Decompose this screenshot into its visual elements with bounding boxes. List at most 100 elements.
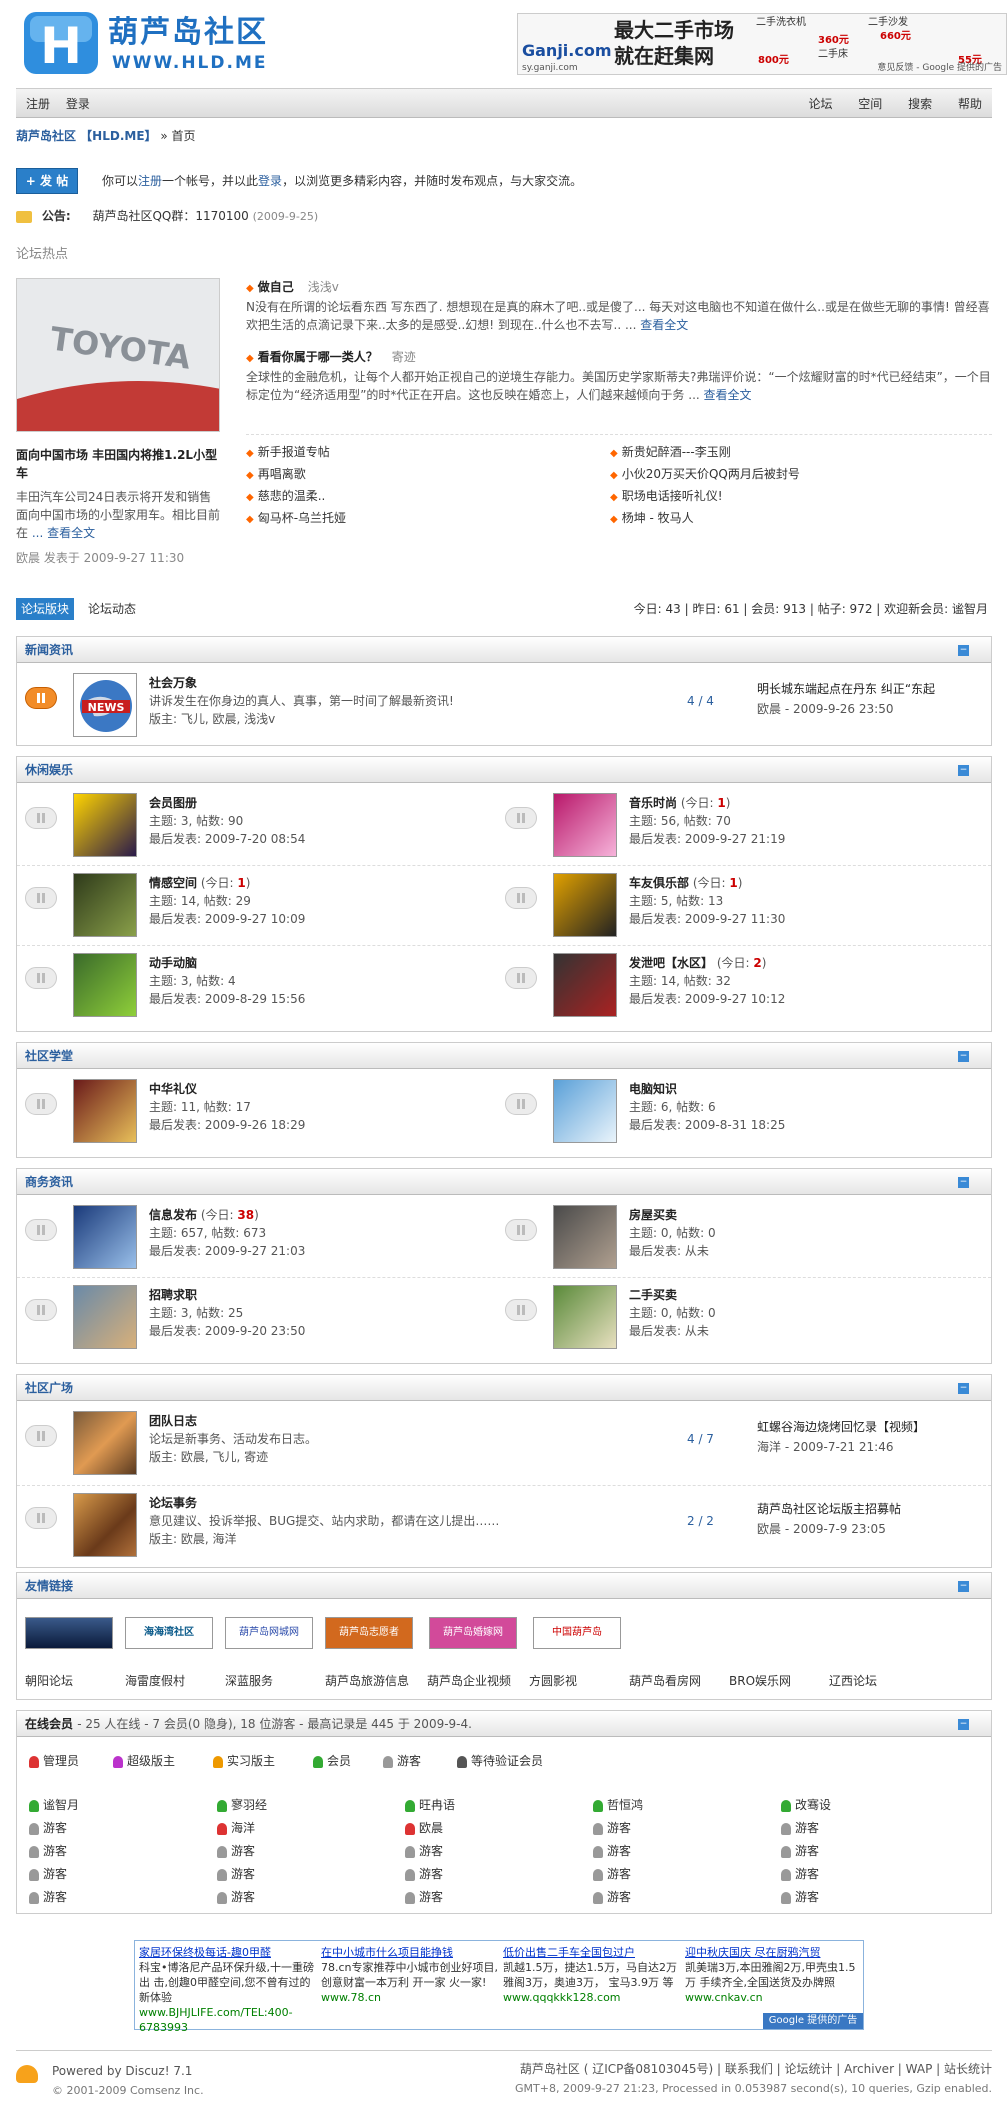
forum-name[interactable]: 动手动脑 (149, 955, 197, 972)
section-title[interactable]: 新闻资讯 (25, 642, 73, 659)
last-post-title[interactable]: 葫芦岛社区论坛版主招募帖 (757, 1501, 983, 1518)
forum-name[interactable]: 论坛事务 (149, 1495, 197, 1512)
online-user[interactable]: 游客 (405, 1866, 443, 1884)
ad-item[interactable]: 家居环保终极每话-趣0甲醛 科宝•博洛尼产品环保升级,十一重磅出 击,创趣0甲醛空… (139, 1945, 317, 2035)
hot-link[interactable]: ◆ 匈马杯-乌兰托娅 (246, 507, 606, 529)
text-link[interactable]: 葫芦岛企业视频 (427, 1673, 511, 1690)
hot-link[interactable]: ◆ 新贵妃醉酒---李玉刚 (610, 441, 970, 463)
hot-link[interactable]: ◆ 职场电话接听礼仪! (610, 485, 970, 507)
hot-link[interactable]: ◆ 再唱离歌 (246, 463, 606, 485)
forum-name[interactable]: 房屋买卖 (629, 1207, 677, 1224)
online-user[interactable]: 游客 (405, 1843, 443, 1861)
section-title[interactable]: 社区学堂 (25, 1048, 73, 1065)
nav-space[interactable]: 空间 (858, 97, 882, 111)
nav-login[interactable]: 登录 (66, 97, 90, 111)
link-banner-1[interactable] (25, 1617, 113, 1649)
link-banner-4[interactable]: 葫芦岛志愿者 (325, 1617, 413, 1649)
text-link[interactable]: 方圆影视 (529, 1673, 577, 1690)
ad-item[interactable]: 低价出售二手车全国包过户 凯越1.5万，捷达1.5万，马自达2万 雅阁3万，奥迪3… (503, 1945, 681, 2005)
forum-name[interactable]: 中华礼仪 (149, 1081, 197, 1098)
online-user[interactable]: 游客 (593, 1889, 631, 1907)
collapse-icon[interactable]: − (958, 1383, 969, 1394)
collapse-icon[interactable]: − (958, 1051, 969, 1062)
text-link[interactable]: 海雷度假村 (125, 1673, 185, 1690)
online-user[interactable]: 游客 (29, 1843, 67, 1861)
hot-more-link[interactable]: ... 查看全文 (32, 526, 95, 540)
collapse-icon[interactable]: − (958, 1581, 969, 1592)
online-user[interactable]: 欧晨 (405, 1820, 443, 1838)
forum-name[interactable]: 车友俱乐部 (今日: 1) (629, 875, 742, 892)
forum-name[interactable]: 会员图册 (149, 795, 197, 812)
tab-forum-activity[interactable]: 论坛动态 (88, 601, 136, 618)
logo[interactable]: H 葫芦岛社区 WWW.HLD.ME (22, 8, 332, 80)
announcement-text[interactable]: 葫芦岛社区QQ群：1170100 (92, 209, 248, 223)
online-user[interactable]: 游客 (593, 1843, 631, 1861)
forum-name[interactable]: 发泄吧【水区】 (今日: 2) (629, 955, 766, 972)
text-link[interactable]: BRO娱乐网 (729, 1673, 791, 1690)
link-banner-6[interactable]: 中国葫芦岛 (533, 1617, 621, 1649)
nav-search[interactable]: 搜索 (908, 97, 932, 111)
collapse-icon[interactable]: − (958, 1719, 969, 1730)
ad-item[interactable]: 在中小城市什么项目能挣钱 78.cn专家推荐中小城市创业好项目, 创意财富一本万利… (321, 1945, 499, 2005)
ad-feedback[interactable]: 意见反馈 - Google 提供的广告 (877, 62, 1002, 74)
breadcrumb-site[interactable]: 葫芦岛社区 【HLD.ME】 (16, 129, 157, 143)
forum-name[interactable]: 情感空间 (今日: 1) (149, 875, 250, 892)
online-user[interactable]: 游客 (217, 1889, 255, 1907)
nav-forum[interactable]: 论坛 (808, 97, 832, 111)
text-link[interactable]: 葫芦岛旅游信息 (325, 1673, 409, 1690)
new-post-button[interactable]: + 发 帖 (16, 168, 78, 194)
online-user[interactable]: 游客 (781, 1820, 819, 1838)
ad-item[interactable]: 迎中秋庆国庆 尽在厨鸦汽贸 凯美瑞3万,本田雅阁2万,甲壳虫1.5万 手续齐全,全… (685, 1945, 863, 2005)
hot-article-title[interactable]: 做自己 (258, 280, 294, 294)
online-user[interactable]: 游客 (29, 1889, 67, 1907)
forum-name[interactable]: 二手买卖 (629, 1287, 677, 1304)
last-post-title[interactable]: 虹螺谷海边烧烤回忆录【视频】 (757, 1419, 983, 1436)
powered-by[interactable]: Powered by Discuz! 7.1 (52, 2063, 192, 2080)
online-user[interactable]: 游客 (405, 1889, 443, 1907)
hot-article-title[interactable]: 看看你属于哪一类人？ (258, 350, 378, 364)
text-link[interactable]: 深蓝服务 (225, 1673, 273, 1690)
hot-link[interactable]: ◆ 小伙20万买天价QQ两月后被封号 (610, 463, 970, 485)
text-link[interactable]: 朝阳论坛 (25, 1673, 73, 1690)
text-link[interactable]: 辽西论坛 (829, 1673, 877, 1690)
forum-name[interactable]: 社会万象 (149, 675, 197, 692)
collapse-icon[interactable]: − (958, 1177, 969, 1188)
nav-register[interactable]: 注册 (26, 97, 50, 111)
hot-article-author[interactable]: 浅浅v (308, 280, 339, 294)
online-user[interactable]: 旺冉语 (405, 1797, 455, 1815)
online-user[interactable]: 游客 (781, 1889, 819, 1907)
last-post-title[interactable]: 明长城东端起点在丹东 纠正“东起 (757, 681, 983, 698)
hot-article-author[interactable]: 寄迹 (392, 350, 416, 364)
section-title[interactable]: 休闲娱乐 (25, 762, 73, 779)
forum-name[interactable]: 音乐时尚 (今日: 1) (629, 795, 730, 812)
hot-link[interactable]: ◆ 慈悲的温柔.. (246, 485, 606, 507)
nav-help[interactable]: 帮助 (958, 97, 982, 111)
section-title[interactable]: 商务资讯 (25, 1174, 73, 1191)
online-user[interactable]: 改骞设 (781, 1797, 831, 1815)
hot-image[interactable]: TOYOTA (16, 278, 220, 432)
section-title[interactable]: 社区广场 (25, 1380, 73, 1397)
online-user[interactable]: 游客 (217, 1866, 255, 1884)
hot-article-more[interactable]: 查看全文 (640, 318, 688, 332)
online-user[interactable]: 哲恒鸿 (593, 1797, 643, 1815)
text-link[interactable]: 葫芦岛看房网 (629, 1673, 701, 1690)
online-user[interactable]: 游客 (217, 1843, 255, 1861)
online-user[interactable]: 游客 (593, 1820, 631, 1838)
hot-link[interactable]: ◆ 杨坤 - 牧马人 (610, 507, 970, 529)
collapse-icon[interactable]: − (958, 765, 969, 776)
collapse-icon[interactable]: − (958, 645, 969, 656)
hot-article-more[interactable]: 查看全文 (704, 388, 752, 402)
online-user[interactable]: 游客 (29, 1866, 67, 1884)
link-banner-5[interactable]: 葫芦岛婚嫁网 (429, 1617, 517, 1649)
online-user[interactable]: 寥羽经 (217, 1797, 267, 1815)
top-banner-ad[interactable]: Ganji.com 最大二手市场 就在赶集网 二手洗衣机 800元 360元 二… (517, 13, 1007, 75)
online-user[interactable]: 游客 (781, 1866, 819, 1884)
footer-links[interactable]: 葫芦岛社区 ( 辽ICP备08103045号) | 联系我们 | 论坛统计 | … (520, 2061, 992, 2078)
online-user[interactable]: 海洋 (217, 1820, 255, 1838)
hot-title[interactable]: 面向中国市场 丰田国内将推1.2L小型车 (16, 446, 222, 482)
welcome-login-link[interactable]: 登录 (258, 174, 282, 188)
online-user[interactable]: 谧智月 (29, 1797, 79, 1815)
google-ads-label[interactable]: Google 提供的广告 (763, 2013, 863, 2029)
online-user[interactable]: 游客 (781, 1843, 819, 1861)
forum-name[interactable]: 电脑知识 (629, 1081, 677, 1098)
